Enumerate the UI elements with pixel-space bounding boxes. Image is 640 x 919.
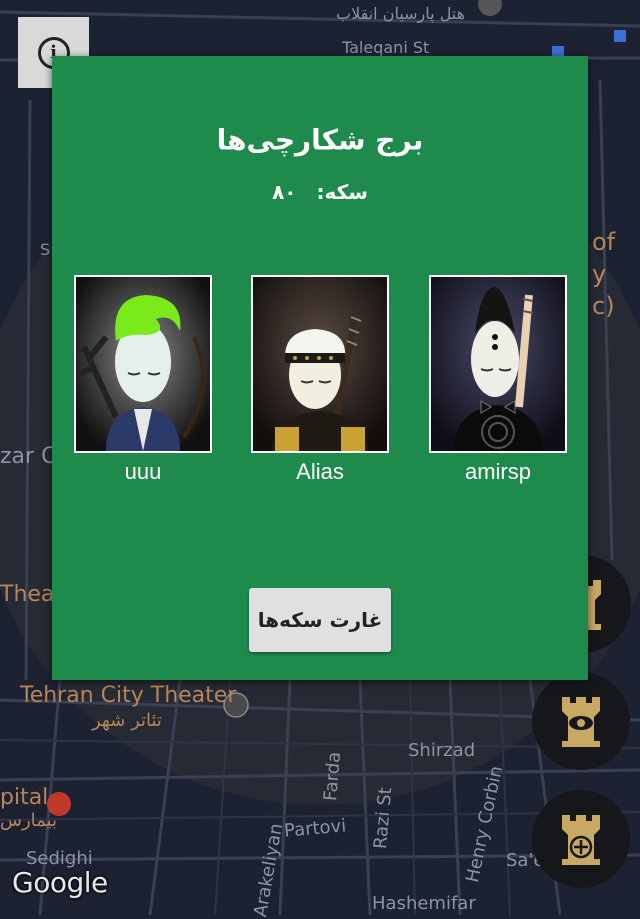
hunters-list: uuu Alias amirsp [52,275,588,495]
hunter-avatar [74,275,212,453]
hunter-avatar [251,275,389,453]
map-label-taleqani: Taleqani St [342,38,430,57]
map-label-theatre-fa: تئاتر شهر [92,710,162,731]
map-label-shirzad: Shirzad [408,740,476,761]
tower-eye-button[interactable] [532,672,630,770]
map-label-of: of [592,228,616,256]
coins-value: ۸۰ [272,180,297,204]
map-label-tehran-city-theater: Tehran City Theater [20,683,237,708]
map-label-hospital: pital [0,785,49,810]
hunter-tower-dialog: برج شکارچی‌ها سکه: ۸۰ uuu [52,56,588,680]
map-label-c: c) [592,292,615,320]
hunter-name: amirsp [464,459,531,484]
map-label-hashemifar: Hashemifar [372,893,476,914]
hunter-card-uuu[interactable]: uuu [74,275,212,485]
map-label-hospital-fa: بیمارس [0,810,57,831]
hunter-name: uuu [124,459,162,484]
tower-eye-icon [562,697,600,747]
coins-label: سکه: [316,180,368,204]
hunter-card-amirsp[interactable]: amirsp [429,275,567,485]
tower-plus-icon [562,815,600,865]
map-label-hotel: هتل پارسیان انقلاب [336,4,466,23]
map-label-farda: Farda [320,750,346,802]
map-label-s: S [40,240,51,259]
hunter-avatar [429,275,567,453]
raid-coins-button[interactable]: غارت سکه‌ها [249,588,391,652]
map-label-zar: zar C [0,444,57,469]
map-label-y: y [592,260,607,288]
coins-row: سکه: ۸۰ [52,180,588,204]
tower-add-button[interactable] [532,790,630,888]
dialog-title: برج شکارچی‌ها [216,123,424,157]
hunter-name: Alias [296,459,344,484]
hunter-card-alias[interactable]: Alias [251,275,389,485]
google-attribution: Google [12,866,108,899]
